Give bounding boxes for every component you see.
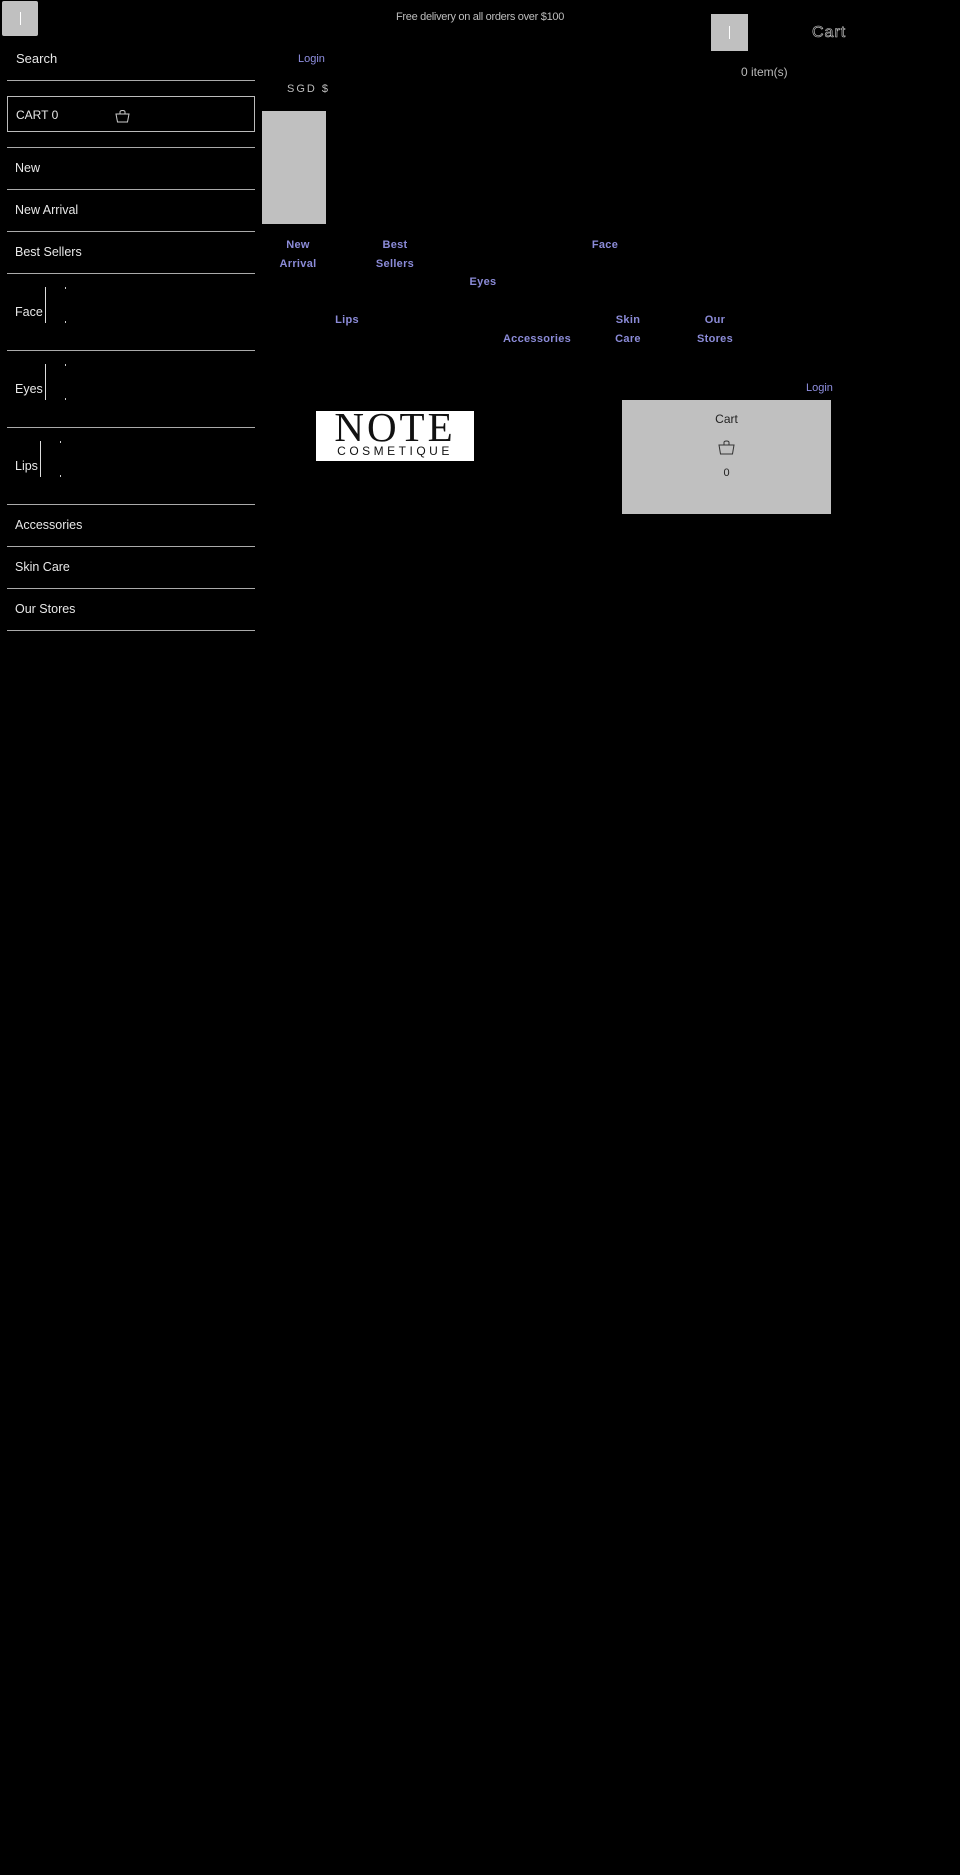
sidebar-item-accessories[interactable]: Accessories <box>7 505 255 547</box>
sidebar-item-label: Face <box>15 305 43 319</box>
nav-link-accessories[interactable]: Accessories <box>492 330 582 349</box>
menu-toggle-button[interactable] <box>2 1 38 36</box>
nav-link-new-arrival[interactable]: New Arrival <box>272 236 324 274</box>
sidebar-item-face[interactable]: Face <box>7 274 255 351</box>
menu-bar-icon <box>20 12 21 25</box>
cart-panel-login-link[interactable]: Login <box>806 382 833 394</box>
sidebar-menu: Search CART 0 New New Arrival Best Selle… <box>7 46 255 631</box>
nav-link-lips[interactable]: Lips <box>322 311 372 330</box>
sidebar-item-lips[interactable]: Lips <box>7 428 255 505</box>
brand-logo[interactable]: NOTE COSMETIQUE <box>316 404 474 461</box>
currency-selector[interactable]: SGD $ <box>287 83 330 95</box>
cart-panel-title: Cart <box>715 412 738 426</box>
logo-sub-text: COSMETIQUE <box>337 444 453 458</box>
cart-panel[interactable]: Cart 0 <box>622 400 831 514</box>
submenu-expand-icon[interactable] <box>45 364 66 400</box>
search-field[interactable]: Search <box>7 46 255 81</box>
sidebar-item-new[interactable]: New <box>7 148 255 190</box>
header-cart-link[interactable]: Cart <box>812 24 846 42</box>
cart-panel-count: 0 <box>723 467 730 479</box>
login-link[interactable]: Login <box>298 53 325 65</box>
submenu-expand-icon[interactable] <box>40 441 61 477</box>
header-toggle-button[interactable] <box>711 14 748 51</box>
nav-link-face[interactable]: Face <box>580 236 630 255</box>
sidebar-item-best-sellers[interactable]: Best Sellers <box>7 232 255 274</box>
nav-link-eyes[interactable]: Eyes <box>458 273 508 292</box>
sidebar-item-eyes[interactable]: Eyes <box>7 351 255 428</box>
cart-items-count: 0 item(s) <box>741 65 788 79</box>
shopping-bag-icon <box>115 110 130 123</box>
logo-main-text: NOTE <box>334 404 456 450</box>
nav-link-best-sellers[interactable]: Best Sellers <box>365 236 425 274</box>
submenu-expand-icon[interactable] <box>45 287 66 323</box>
promo-banner: Free delivery on all orders over $100 <box>395 11 565 23</box>
nav-link-our-stores[interactable]: Our Stores <box>690 311 740 349</box>
sidebar-cart-label: CART 0 <box>16 108 59 122</box>
sidebar-item-label: Eyes <box>15 382 43 396</box>
nav-link-skin-care[interactable]: Skin Care <box>603 311 653 349</box>
sidebar-item-label: Lips <box>15 459 38 473</box>
sidebar-item-skin-care[interactable]: Skin Care <box>7 547 255 589</box>
shopping-bag-icon <box>718 440 735 455</box>
toggle-bar-icon <box>729 26 730 39</box>
image-placeholder <box>262 111 326 224</box>
sidebar-item-new-arrival[interactable]: New Arrival <box>7 190 255 232</box>
sidebar-cart-button[interactable]: CART 0 <box>7 96 255 132</box>
sidebar-item-our-stores[interactable]: Our Stores <box>7 589 255 631</box>
